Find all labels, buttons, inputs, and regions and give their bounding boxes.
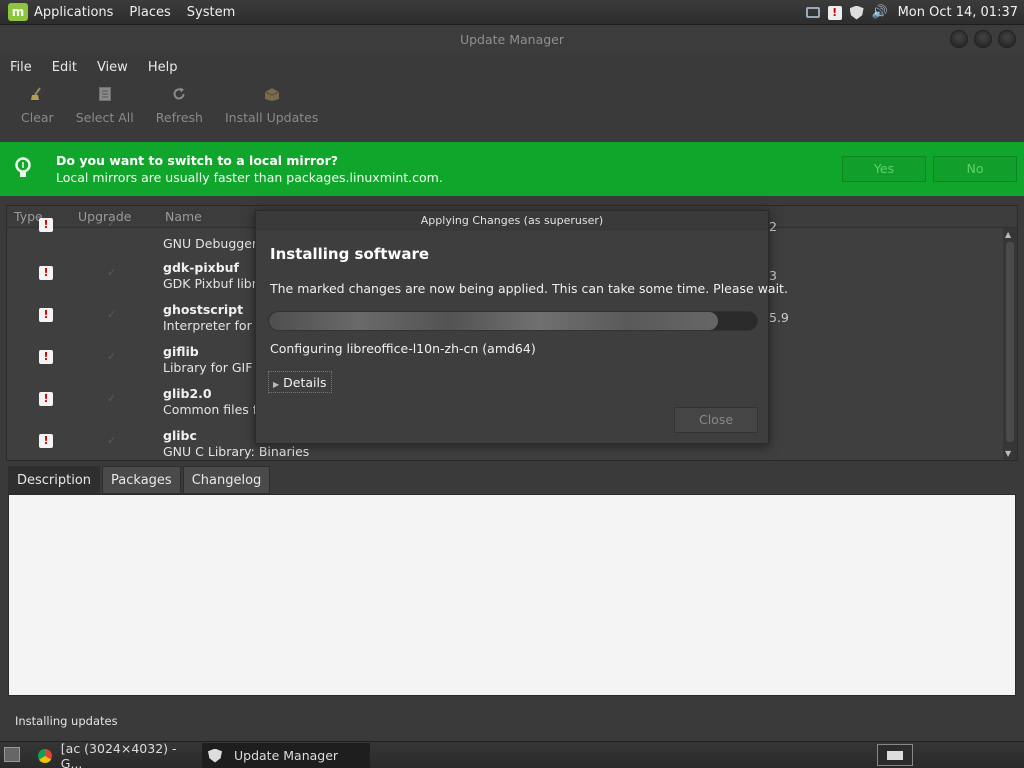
infobar-subtitle: Local mirrors are usually faster than pa… <box>56 170 443 185</box>
scroll-thumb[interactable] <box>1006 242 1014 442</box>
clear-label: Clear <box>21 110 54 125</box>
clock[interactable]: Mon Oct 14, 01:37 <box>898 5 1018 20</box>
menubar: File Edit View Help <box>0 55 1024 79</box>
security-update-icon: ! <box>39 392 53 406</box>
toolbar: Clear Select All Refresh Install Updates <box>10 84 329 136</box>
tab-description[interactable]: Description <box>8 466 101 494</box>
tab-changelog[interactable]: Changelog <box>182 466 271 494</box>
taskbar-item-label: [ac (3024×4032) - G... <box>60 740 177 768</box>
taskbar-item-update-manager[interactable]: Update Manager <box>202 743 370 768</box>
chrome-icon <box>38 748 52 763</box>
refresh-icon <box>169 84 189 104</box>
yes-button[interactable]: Yes <box>842 156 926 182</box>
menu-help[interactable]: Help <box>148 60 178 75</box>
package-description: Interpreter for <box>163 318 252 333</box>
taskbar-item-label: Update Manager <box>234 748 339 763</box>
no-button[interactable]: No <box>933 156 1017 182</box>
package-name: glib2.0 <box>163 386 212 401</box>
maximize-button[interactable] <box>974 30 992 48</box>
package-name: ghostscript <box>163 302 244 317</box>
select-all-label: Select All <box>75 110 134 125</box>
package-description: Common files f <box>163 402 258 417</box>
show-desktop-icon[interactable] <box>4 747 20 762</box>
infobar-title: Do you want to switch to a local mirror? <box>56 153 339 168</box>
mint-logo-icon[interactable]: m <box>8 3 28 21</box>
detail-tabs: Description Packages Changelog <box>8 466 272 494</box>
list-scrollbar[interactable]: ▲ ▼ <box>1003 228 1017 460</box>
close-window-button[interactable] <box>998 30 1016 48</box>
applying-changes-dialog: Applying Changes (as superuser) Installi… <box>255 210 788 444</box>
description-pane[interactable] <box>8 494 1016 696</box>
package-version: 2 <box>769 219 777 234</box>
progress-bar <box>268 311 758 331</box>
window-titlebar[interactable]: Update Manager <box>0 26 1024 54</box>
security-update-icon: ! <box>39 308 53 322</box>
select-all-button[interactable]: Select All <box>65 84 145 136</box>
infobar-text: Do you want to switch to a local mirror?… <box>56 153 443 185</box>
upgrade-checkbox[interactable]: ✓ <box>107 267 119 279</box>
minimize-button[interactable] <box>950 30 968 48</box>
top-panel: m Applications Places System ! 🔊 Mon Oct… <box>0 0 1024 25</box>
clear-button[interactable]: Clear <box>10 84 65 136</box>
menu-places[interactable]: Places <box>129 5 170 20</box>
scroll-down-icon[interactable]: ▼ <box>1005 449 1011 458</box>
bottom-taskbar: [ac (3024×4032) - G... Update Manager <box>0 741 1024 768</box>
install-updates-button[interactable]: Install Updates <box>214 84 329 136</box>
details-label: Details <box>283 375 327 390</box>
scroll-up-icon[interactable]: ▲ <box>1005 230 1011 239</box>
menu-view[interactable]: View <box>97 60 128 75</box>
dialog-status: Configuring libreoffice-l10n-zh-cn (amd6… <box>270 341 536 356</box>
refresh-button[interactable]: Refresh <box>145 84 214 136</box>
volume-icon[interactable]: 🔊 <box>872 5 888 20</box>
shield-icon[interactable] <box>849 5 864 20</box>
package-name: gdk-pixbuf <box>163 260 239 275</box>
tab-packages[interactable]: Packages <box>102 466 181 494</box>
package-description: Library for GIF i <box>163 360 260 375</box>
security-update-icon: ! <box>39 434 53 448</box>
window-controls <box>950 30 1016 48</box>
upgrade-checkbox[interactable]: ✓ <box>107 393 119 405</box>
security-update-icon: ! <box>39 266 53 280</box>
install-updates-label: Install Updates <box>224 110 319 125</box>
window-title: Update Manager <box>459 32 565 47</box>
document-icon <box>95 84 115 104</box>
package-description: GDK Pixbuf libr <box>163 276 257 291</box>
broom-icon <box>27 84 47 104</box>
network-icon[interactable] <box>805 7 820 18</box>
menu-system[interactable]: System <box>187 5 235 20</box>
package-name: glibc <box>163 428 197 443</box>
alert-icon[interactable]: ! <box>827 5 842 20</box>
menu-edit[interactable]: Edit <box>52 60 77 75</box>
package-icon <box>262 84 282 104</box>
dialog-message: The marked changes are now being applied… <box>270 281 788 296</box>
security-update-icon: ! <box>39 350 53 364</box>
upgrade-checkbox[interactable]: ✓ <box>107 435 119 447</box>
upgrade-checkbox[interactable]: ✓ <box>107 218 119 230</box>
menu-file[interactable]: File <box>10 60 32 75</box>
system-tray: ! 🔊 Mon Oct 14, 01:37 <box>805 0 1018 25</box>
mirror-infobar: Do you want to switch to a local mirror?… <box>0 142 1024 196</box>
package-version: 5.9 <box>769 310 789 325</box>
dialog-title[interactable]: Applying Changes (as superuser) <box>256 211 768 231</box>
security-update-icon: ! <box>39 218 53 232</box>
package-description: GNU C Library: Binaries <box>163 444 310 459</box>
package-name: giflib <box>163 344 199 359</box>
close-button[interactable]: Close <box>674 407 758 433</box>
upgrade-checkbox[interactable]: ✓ <box>107 309 119 321</box>
menu-applications[interactable]: Applications <box>34 5 113 20</box>
progress-fill <box>269 312 718 330</box>
lightbulb-icon <box>10 154 36 184</box>
details-expander[interactable]: ▶ Details <box>268 371 332 393</box>
status-text: Installing updates <box>15 714 118 728</box>
refresh-label: Refresh <box>155 110 203 125</box>
expander-arrow-icon: ▶ <box>273 380 280 389</box>
taskbar-item-browser[interactable]: [ac (3024×4032) - G... <box>36 740 200 768</box>
upgrade-checkbox[interactable]: ✓ <box>107 351 119 363</box>
shield-icon <box>208 748 222 763</box>
dialog-heading: Installing software <box>270 245 430 263</box>
notification-icon[interactable] <box>877 744 913 766</box>
package-description: GNU Debugger <box>163 236 258 251</box>
